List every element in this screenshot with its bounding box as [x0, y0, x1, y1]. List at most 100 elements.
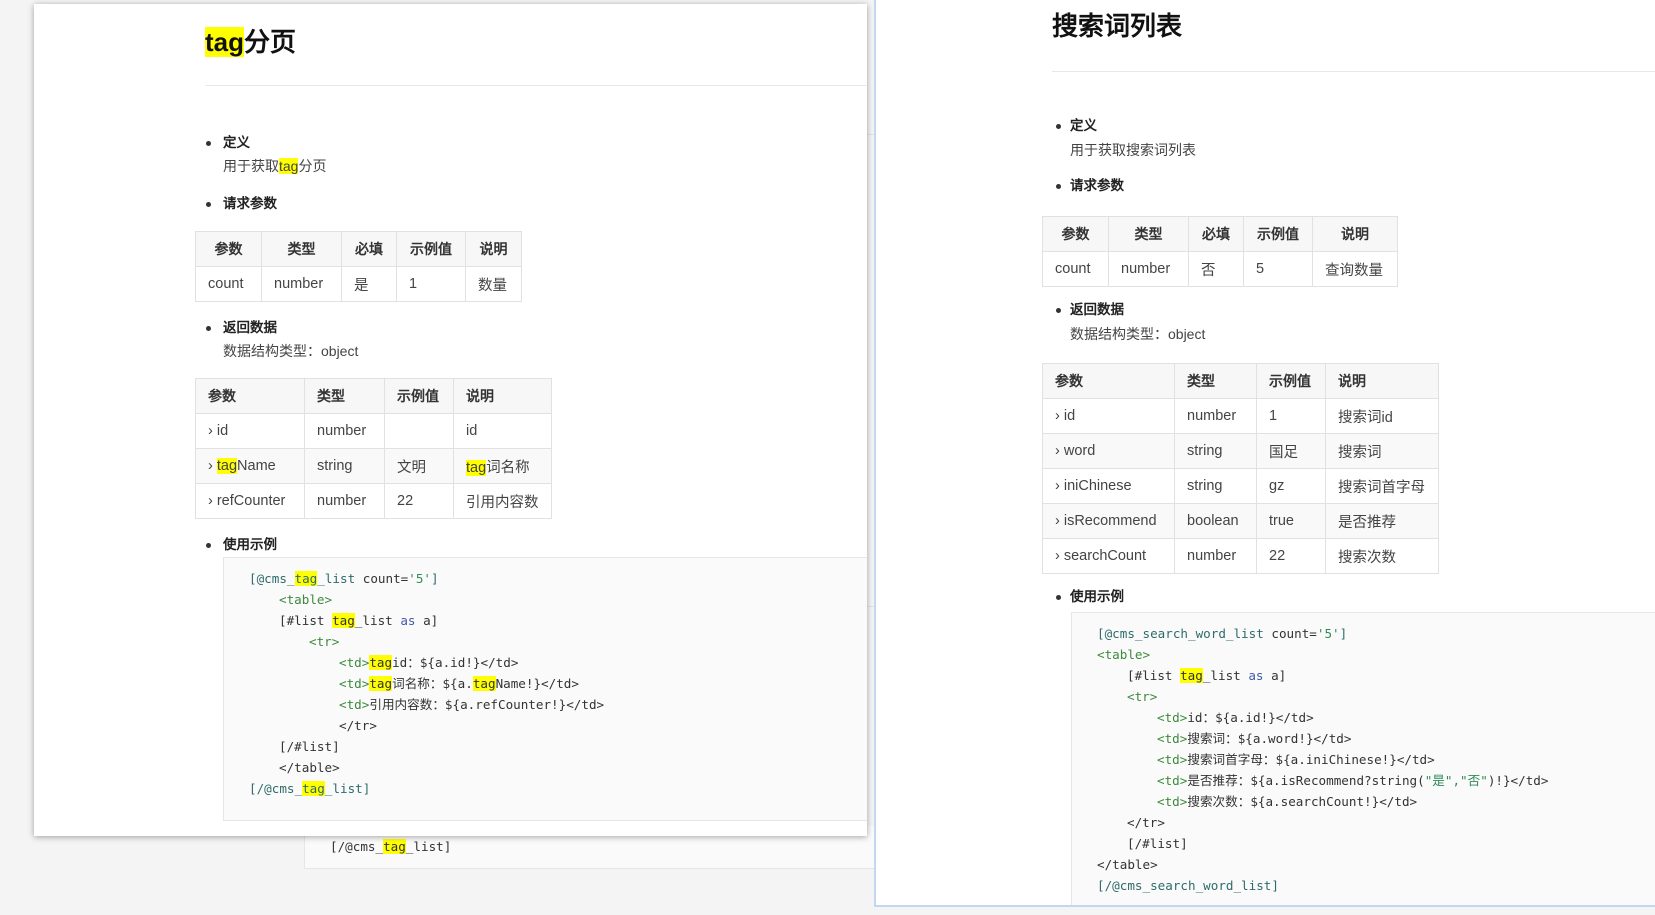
usage-example-label: 使用示例 [223, 537, 277, 552]
code-token: ] [431, 571, 439, 586]
bullet-icon [1056, 595, 1061, 600]
code-example-block[interactable]: [@cms_search_word_list count='5'] <table>… [1071, 612, 1655, 905]
title-divider [205, 85, 867, 86]
table-cell: 查询数量 [1312, 251, 1398, 287]
table-row: count number 是 1 数量 [195, 266, 522, 302]
code-token: 搜索词首字母：${a.iniChinese!}</td> [1187, 752, 1435, 767]
table-cell: 搜索次数 [1325, 538, 1439, 574]
code-token: <td> [1157, 752, 1188, 767]
code-line: </table> [279, 757, 340, 779]
column-header: 类型 [261, 231, 342, 267]
request-params-table: 参数 类型 必填 示例值 说明 count number 否 5 查询数量 [1042, 216, 1398, 287]
table-cell: › id [1042, 398, 1175, 434]
code-token: </tr> [1127, 815, 1165, 830]
bullet-icon [1056, 184, 1061, 189]
page-title: 搜索词列表 [1052, 11, 1183, 41]
code-token: [/@cms_search_word_list] [1097, 878, 1279, 893]
code-example-block[interactable]: [@cms_tag_list count='5'] <table> [#list t… [223, 557, 867, 821]
request-params-label: 请求参数 [1070, 178, 1124, 193]
code-line: <td>搜索词首字母：${a.iniChinese!}</td> [1157, 749, 1435, 771]
table-cell: 是否推荐 [1325, 503, 1439, 539]
code-token: <td> [339, 697, 370, 712]
code-token: 搜索次数：${a.searchCount!}</td> [1187, 794, 1418, 809]
search-highlight: tag [369, 676, 393, 691]
bullet-icon [206, 202, 211, 207]
response-data-label: 返回数据 [1070, 302, 1124, 317]
code-token: <tr> [1127, 689, 1158, 704]
table-row: › word string 国足 搜索词 [1042, 433, 1439, 469]
table-cell: gz [1256, 468, 1326, 504]
table-cell: number [304, 483, 385, 519]
bullet-icon [206, 141, 211, 146]
table-row: › id number id [195, 413, 552, 449]
doc-window-search-word-list[interactable]: 搜索词列表 定义 用于获取搜索词列表 请求参数 参数 类型 必填 示例值 说明 count… [874, 0, 1655, 907]
table-cell: tag词名称 [453, 448, 552, 484]
code-token: [/@cms_tag_list] [249, 781, 371, 796]
background-divider [867, 606, 874, 607]
table-header-row: 参数 类型 必填 示例值 说明 [195, 231, 522, 267]
code-line: [@cms_tag_list count='5'] [249, 568, 439, 590]
column-header: 类型 [1108, 216, 1189, 252]
table-cell: › id [195, 413, 305, 449]
table-cell: › iniChinese [1042, 468, 1175, 504]
bullet-icon [206, 543, 211, 548]
search-highlight: tag [332, 613, 355, 628]
search-highlight: tag [205, 27, 244, 57]
definition-text: 用于获取搜索词列表 [1070, 142, 1196, 158]
search-highlight: tag [216, 458, 238, 474]
table-cell: 搜索词首字母 [1325, 468, 1439, 504]
request-params-label: 请求参数 [223, 196, 277, 211]
table-row: › iniChinese string gz 搜索词首字母 [1042, 468, 1439, 504]
table-cell: 数量 [465, 266, 522, 302]
definition-text: 用于获取tag分页 [223, 158, 327, 174]
column-header: 示例值 [1243, 216, 1313, 252]
code-line: <tr> [309, 631, 339, 653]
search-highlight: tag [466, 459, 487, 476]
table-cell: 搜索词 [1325, 433, 1439, 469]
code-token: </table> [279, 760, 340, 775]
table-cell: 是 [341, 266, 397, 302]
response-type-text: 数据结构类型：object [1070, 326, 1206, 342]
doc-window-tag-page[interactable]: tag分页 定义 用于获取tag分页 请求参数 参数 类型 必填 示例值 说明 count… [34, 4, 867, 836]
code-line: [#list tag_list as a] [279, 610, 438, 632]
definition-label: 定义 [223, 135, 250, 150]
table-cell: string [1174, 433, 1257, 469]
code-line: <td>tagid：${a.id!}</td> [339, 652, 518, 674]
code-token: <td> [1157, 794, 1188, 809]
table-cell: › refCounter [195, 483, 305, 519]
table-cell: 22 [1256, 538, 1326, 574]
background-divider [867, 134, 874, 135]
code-token: '5' [408, 571, 431, 586]
page-title: tag分页 [205, 27, 297, 57]
code-line: <td>id：${a.id!}</td> [1157, 707, 1314, 729]
code-token: [#list tag_list [279, 613, 401, 628]
table-cell: 文明 [384, 448, 454, 484]
table-header-row: 参数 类型 示例值 说明 [1042, 363, 1439, 399]
column-header: 说明 [1312, 216, 1398, 252]
table-cell: boolean [1174, 503, 1257, 539]
column-header: 示例值 [396, 231, 466, 267]
table-header-row: 参数 类型 必填 示例值 说明 [1042, 216, 1398, 252]
code-line: <td>搜索词：${a.word!}</td> [1157, 728, 1351, 750]
code-token: id：${a.id!}</td> [1187, 710, 1314, 725]
code-token: a] [415, 613, 439, 628]
search-highlight: tag [279, 158, 299, 174]
response-type-text: 数据结构类型：object [223, 343, 359, 359]
column-header: 示例值 [384, 378, 454, 414]
code-line: <td>是否推荐：${a.isRecommend?string("是","否")… [1157, 770, 1548, 792]
bullet-icon [1056, 308, 1061, 313]
code-token: </tr> [339, 718, 377, 733]
code-line: <table> [1097, 644, 1150, 666]
code-line: [/#list] [1127, 833, 1188, 855]
table-cell: 否 [1188, 251, 1244, 287]
column-header: 参数 [195, 378, 305, 414]
column-header: 类型 [1174, 363, 1257, 399]
code-line: [/@cms_tag_list] [249, 778, 370, 800]
code-token: 搜索词：${a.word!}</td> [1187, 731, 1352, 746]
code-line: </tr> [1127, 812, 1165, 834]
code-token: <td> [1157, 710, 1188, 725]
bullet-icon [206, 326, 211, 331]
code-token: ] [1339, 626, 1348, 641]
response-data-label: 返回数据 [223, 320, 277, 335]
code-line: </tr> [339, 715, 377, 737]
